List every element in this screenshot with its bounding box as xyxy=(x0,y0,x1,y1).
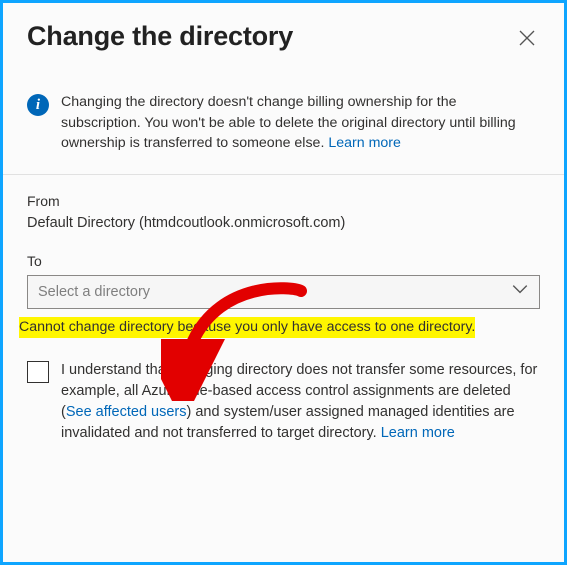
info-icon: i xyxy=(27,94,49,116)
info-text-body: Changing the directory doesn't change bi… xyxy=(61,94,516,151)
confirm-learn-more-link[interactable]: Learn more xyxy=(381,425,455,441)
divider xyxy=(3,174,564,175)
panel-header: Change the directory xyxy=(27,21,540,52)
from-value: Default Directory (htmdcoutlook.onmicros… xyxy=(27,215,540,231)
confirm-checkbox[interactable] xyxy=(27,361,49,383)
to-label: To xyxy=(27,253,540,269)
from-label: From xyxy=(27,193,540,209)
change-directory-panel: Change the directory i Changing the dire… xyxy=(3,3,564,562)
see-affected-users-link[interactable]: See affected users xyxy=(66,404,187,420)
panel-title: Change the directory xyxy=(27,21,293,52)
close-button[interactable] xyxy=(514,25,540,51)
info-banner: i Changing the directory doesn't change … xyxy=(27,92,540,154)
to-directory-dropdown[interactable]: Select a directory xyxy=(27,275,540,309)
chevron-down-icon xyxy=(511,280,529,303)
confirm-label: I understand that changing directory doe… xyxy=(61,360,540,444)
info-learn-more-link[interactable]: Learn more xyxy=(328,135,401,151)
close-icon xyxy=(519,30,535,46)
error-message: Cannot change directory because you only… xyxy=(19,317,475,338)
dropdown-placeholder: Select a directory xyxy=(38,284,150,300)
error-row: Cannot change directory because you only… xyxy=(27,317,540,360)
info-text: Changing the directory doesn't change bi… xyxy=(61,92,540,154)
confirm-row: I understand that changing directory doe… xyxy=(27,360,540,444)
